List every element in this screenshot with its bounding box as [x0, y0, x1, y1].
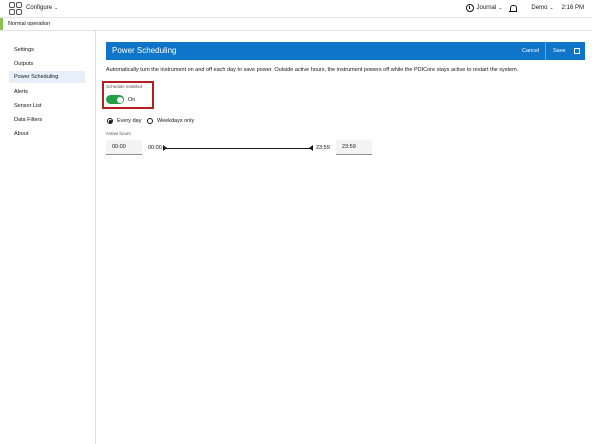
chevron-down-icon: ⌄ — [549, 5, 554, 11]
configure-menu[interactable]: Configure ⌄ — [26, 3, 58, 13]
range-min-label: 00:00 — [148, 145, 162, 151]
sidebar-item-alerts[interactable]: Alerts — [9, 86, 85, 98]
slider-start-handle[interactable] — [163, 145, 167, 151]
sidebar-item-about[interactable]: About — [9, 128, 85, 140]
sidebar-item-sensor-list[interactable]: Sensor List — [9, 100, 85, 112]
journal-menu[interactable]: Journal ⌄ — [465, 3, 503, 13]
user-menu[interactable]: Demo ⌄ — [531, 3, 553, 13]
header-divider — [545, 42, 546, 60]
save-button-label: Save — [553, 48, 566, 54]
chevron-down-icon: ⌄ — [498, 5, 503, 11]
top-bar: Configure ⌄ Journal ⌄ Demo ⌄ 2:16 PM — [0, 0, 592, 18]
status-text: Normal operation — [8, 21, 51, 27]
radio-unselected-icon — [147, 118, 153, 124]
active-hours-slider-track[interactable] — [166, 147, 312, 149]
save-button[interactable]: Save — [553, 42, 580, 60]
toggle-knob — [117, 96, 123, 103]
panel-header: Power Scheduling Cancel Save — [106, 42, 585, 60]
slider-end-handle[interactable] — [309, 145, 313, 151]
radio-selected-icon — [107, 118, 113, 124]
save-icon — [573, 48, 580, 54]
radio-every-day-label: Every day — [117, 118, 142, 124]
page-description: Automatically turn the instrument on and… — [106, 67, 519, 73]
radio-weekdays-only-label: Weekdays only — [157, 118, 195, 124]
chevron-down-icon: ⌄ — [54, 5, 59, 11]
schedule-enabled-toggle[interactable] — [106, 95, 124, 104]
clock-time: 2:16 PM — [561, 5, 584, 11]
status-indicator — [0, 18, 3, 30]
end-time-input[interactable]: 23:59 — [336, 140, 372, 155]
top-right-controls: Journal ⌄ Demo ⌄ 2:16 PM — [458, 3, 584, 13]
status-bar: Normal operation — [0, 18, 592, 31]
sidebar-item-settings[interactable]: Settings — [9, 44, 85, 56]
app-logo-icon[interactable] — [9, 2, 22, 15]
bell-icon — [509, 5, 518, 12]
range-max-label: 23:59 — [316, 145, 330, 151]
cancel-button[interactable]: Cancel — [522, 42, 539, 60]
sidebar-item-data-filters[interactable]: Data Filters — [9, 114, 85, 126]
notifications-button[interactable] — [509, 5, 523, 12]
toggle-state-text: On — [128, 97, 136, 103]
active-hours-label: Active hours — [106, 131, 131, 136]
journal-menu-label: Journal — [476, 5, 497, 11]
configure-menu-label: Configure — [26, 5, 53, 11]
user-menu-label: Demo — [531, 5, 548, 11]
sidebar-item-power-scheduling[interactable]: Power Scheduling — [9, 71, 85, 83]
schedule-toggle-label: Schedule enabled — [106, 84, 143, 89]
clock-icon — [465, 4, 474, 12]
start-time-input[interactable]: 00:00 — [106, 140, 142, 155]
radio-weekdays-only[interactable]: Weekdays only — [147, 117, 194, 125]
sidebar-item-outputs[interactable]: Outputs — [9, 58, 85, 70]
radio-every-day[interactable]: Every day — [107, 117, 141, 125]
page-title: Power Scheduling — [112, 46, 177, 55]
